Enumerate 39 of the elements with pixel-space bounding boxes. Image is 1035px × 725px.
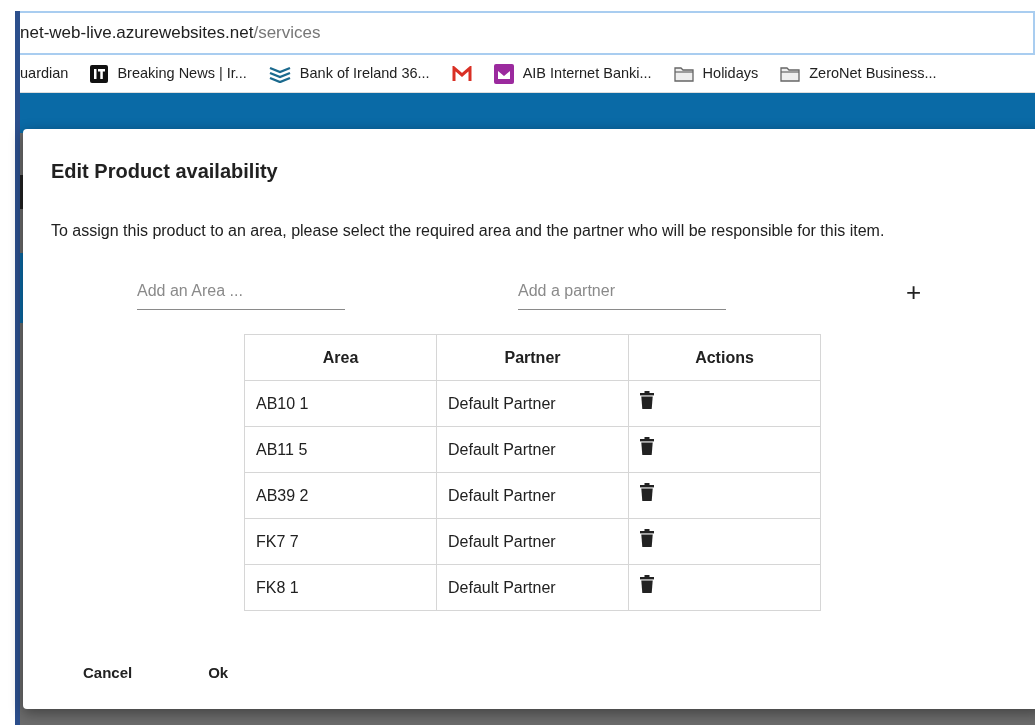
folder-icon bbox=[780, 65, 801, 82]
column-header: Area bbox=[244, 334, 437, 381]
table-cell: Default Partner bbox=[436, 564, 629, 611]
layers-icon bbox=[268, 64, 291, 83]
table-cell: FK7 7 bbox=[244, 518, 437, 565]
table-cell: Default Partner bbox=[436, 380, 629, 427]
trash-icon[interactable] bbox=[640, 437, 654, 455]
dialog-title: Edit Product availability bbox=[51, 159, 279, 183]
table-cell: Default Partner bbox=[436, 472, 629, 519]
dialog-description: To assign this product to an area, please select the required area and the partner who will be responsible for this item. bbox=[51, 221, 886, 241]
table-cell: AB11 5 bbox=[244, 426, 437, 473]
add-button[interactable]: + bbox=[902, 278, 926, 305]
address-bar[interactable]: net-web-live.azurewebsites.net/services bbox=[20, 11, 1035, 55]
area-input[interactable]: Add an Area ... bbox=[137, 273, 345, 310]
bookmark-label[interactable]: AIB Internet Banki... bbox=[522, 62, 652, 85]
trash-icon[interactable] bbox=[640, 483, 654, 501]
mail-icon[interactable] bbox=[451, 65, 472, 82]
column-header: Partner bbox=[436, 334, 629, 381]
column-header: Actions bbox=[628, 334, 821, 381]
trash-icon[interactable] bbox=[640, 391, 654, 409]
cancel-button[interactable]: Cancel bbox=[71, 656, 145, 691]
bookmark-label[interactable]: uardian bbox=[20, 62, 69, 85]
table-cell: Default Partner bbox=[436, 426, 629, 473]
trash-icon[interactable] bbox=[640, 529, 654, 547]
table-cell: Default Partner bbox=[436, 518, 629, 565]
folder-icon bbox=[673, 65, 694, 82]
table-cell: AB39 2 bbox=[244, 472, 437, 519]
partner-input[interactable]: Add a partner bbox=[518, 273, 726, 310]
trash-icon[interactable] bbox=[640, 575, 654, 593]
envelope-icon bbox=[493, 63, 514, 84]
ok-button[interactable]: Ok bbox=[196, 656, 241, 691]
bookmark-label[interactable]: Holidays bbox=[702, 62, 759, 85]
bookmark-label[interactable]: Bank of Ireland 36... bbox=[299, 62, 430, 85]
it-icon bbox=[90, 64, 109, 83]
bookmark-label[interactable]: ZeroNet Business... bbox=[809, 62, 937, 85]
table-cell: FK8 1 bbox=[244, 564, 437, 611]
table-cell: AB10 1 bbox=[244, 380, 437, 427]
bookmark-label[interactable]: Breaking News | Ir... bbox=[117, 62, 247, 85]
url-text: net-web-live.azurewebsites.net/services bbox=[20, 22, 321, 45]
